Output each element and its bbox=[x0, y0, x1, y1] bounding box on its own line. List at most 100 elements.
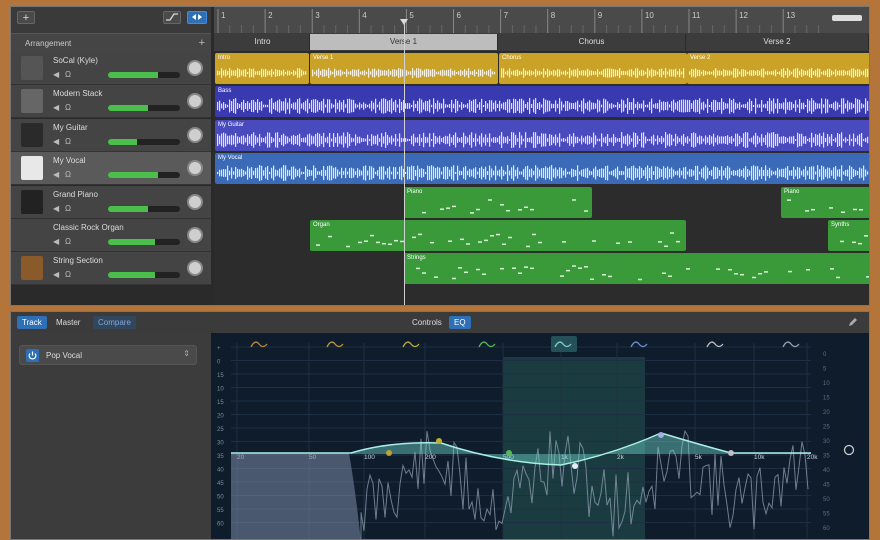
region[interactable]: Organ bbox=[310, 220, 686, 251]
track-header[interactable]: My Vocal ◀ Ω bbox=[11, 152, 211, 186]
region[interactable]: Chorus bbox=[499, 53, 687, 84]
volume-slider[interactable] bbox=[108, 239, 180, 245]
mute-icon[interactable]: ◀ bbox=[53, 237, 59, 246]
band-handle[interactable] bbox=[572, 463, 578, 469]
analyzer-db-label: 0 bbox=[823, 352, 827, 358]
db-label: 20 bbox=[217, 414, 224, 420]
channel-eq-display[interactable]: +0 15 10 15 20 25 30 35 40 45 50 55 60 0 5 10 15 20 25 30 35… bbox=[211, 333, 869, 540]
band-handle[interactable] bbox=[658, 432, 664, 438]
db-label: 55 bbox=[217, 508, 224, 514]
volume-fill bbox=[108, 138, 137, 145]
volume-slider[interactable] bbox=[108, 172, 180, 179]
pan-knob[interactable] bbox=[187, 126, 203, 143]
headphones-icon[interactable]: Ω bbox=[65, 237, 71, 246]
freq-label: 2k bbox=[617, 454, 625, 461]
lowshelf-icon[interactable] bbox=[326, 341, 344, 348]
band-handle[interactable] bbox=[506, 450, 512, 456]
analyzer-db-label: 5 bbox=[823, 367, 827, 373]
mute-icon[interactable]: ◀ bbox=[53, 170, 59, 179]
automation-icon[interactable] bbox=[163, 11, 181, 24]
track-header-toolbar: + Arrangement + bbox=[11, 7, 211, 52]
track-header[interactable]: Grand Piano ◀ Ω bbox=[11, 185, 211, 219]
bar-number: 9 bbox=[598, 11, 603, 20]
mute-icon[interactable]: ◀ bbox=[53, 137, 59, 146]
section-chorus[interactable]: Chorus bbox=[498, 34, 686, 50]
peak-icon[interactable] bbox=[630, 341, 648, 348]
track-header[interactable]: My Guitar ◀ Ω bbox=[11, 118, 211, 152]
volume-slider[interactable] bbox=[108, 138, 180, 145]
tab-eq[interactable]: EQ bbox=[449, 316, 471, 329]
db-label: 15 bbox=[217, 400, 224, 406]
volume-slider[interactable] bbox=[108, 272, 180, 279]
track-header[interactable]: SoCal (Kyle) ◀ Ω bbox=[11, 52, 211, 85]
tab-compare[interactable]: Compare bbox=[93, 316, 136, 329]
pan-knob[interactable] bbox=[187, 193, 203, 210]
headphones-icon[interactable]: Ω bbox=[65, 70, 71, 79]
bar-ruler[interactable]: 1 2 3 4 5 6 7 8 9 10 11 12 13 bbox=[214, 7, 869, 33]
band-handle[interactable] bbox=[436, 438, 442, 444]
headphones-icon[interactable]: Ω bbox=[65, 137, 71, 146]
tab-controls[interactable]: Controls bbox=[407, 316, 447, 329]
region[interactable]: My Guitar bbox=[215, 119, 869, 151]
region[interactable]: Synths bbox=[828, 220, 869, 251]
band-handle[interactable] bbox=[728, 450, 734, 456]
pan-knob[interactable] bbox=[187, 60, 203, 76]
section-intro[interactable]: Intro bbox=[216, 34, 310, 50]
headphones-icon[interactable]: Ω bbox=[65, 204, 71, 213]
track-header[interactable]: Modern Stack ◀ Ω bbox=[11, 85, 211, 119]
headphones-icon[interactable]: Ω bbox=[65, 270, 71, 279]
region[interactable]: Verse 2 bbox=[687, 53, 869, 84]
db-label: 60 bbox=[217, 522, 224, 528]
volume-slider[interactable] bbox=[108, 72, 180, 78]
eq-graph[interactable]: +0 15 10 15 20 25 30 35 40 45 50 55 60 0 5 10 15 20 25 30 35… bbox=[211, 333, 869, 540]
bar-number: 6 bbox=[457, 11, 462, 20]
pencil-icon[interactable] bbox=[847, 316, 859, 330]
output-gain-knob[interactable] bbox=[843, 444, 855, 456]
drums-icon bbox=[21, 56, 43, 80]
tab-master[interactable]: Master bbox=[51, 316, 85, 329]
headphones-icon[interactable]: Ω bbox=[65, 170, 71, 179]
region[interactable]: My Vocal bbox=[215, 153, 869, 185]
peak-icon[interactable] bbox=[402, 341, 420, 348]
band-handle[interactable] bbox=[386, 450, 392, 456]
strings-icon bbox=[21, 256, 43, 281]
selected-band-highlight bbox=[551, 336, 577, 352]
highshelf-icon[interactable] bbox=[706, 341, 724, 348]
freq-label: 5k bbox=[695, 454, 703, 461]
section-verse-2[interactable]: Verse 2 bbox=[686, 34, 869, 50]
lowcut-icon[interactable] bbox=[250, 341, 268, 348]
mute-icon[interactable]: ◀ bbox=[53, 204, 59, 213]
playhead[interactable] bbox=[404, 21, 405, 305]
region[interactable]: Piano bbox=[781, 186, 869, 218]
highcut-icon[interactable] bbox=[782, 341, 800, 348]
peak-icon[interactable] bbox=[478, 341, 496, 348]
add-track-button[interactable]: + bbox=[17, 11, 35, 24]
region[interactable]: Bass bbox=[215, 86, 869, 118]
volume-slider[interactable] bbox=[108, 105, 180, 112]
pan-knob[interactable] bbox=[187, 227, 203, 243]
power-icon[interactable] bbox=[26, 349, 39, 362]
add-arrangement-button[interactable]: + bbox=[199, 37, 205, 49]
zoom-slider[interactable] bbox=[832, 15, 862, 21]
track-header[interactable]: String Section ◀ Ω bbox=[11, 252, 211, 286]
track-name: My Vocal bbox=[53, 156, 86, 166]
eq-preset-dropdown[interactable]: Pop Vocal ⇕ bbox=[19, 345, 197, 365]
volume-slider[interactable] bbox=[108, 205, 180, 212]
region[interactable]: Strings bbox=[404, 253, 869, 285]
smart-controls-toggle-icon[interactable] bbox=[187, 11, 207, 24]
mute-icon[interactable]: ◀ bbox=[53, 270, 59, 279]
analyzer-db-label: 55 bbox=[823, 512, 830, 518]
mute-icon[interactable]: ◀ bbox=[53, 103, 59, 112]
mute-icon[interactable]: ◀ bbox=[53, 70, 59, 79]
track-header[interactable]: Classic Rock Organ ◀ Ω bbox=[11, 219, 211, 252]
volume-fill bbox=[108, 172, 159, 179]
region[interactable]: Intro bbox=[215, 53, 309, 84]
headphones-icon[interactable]: Ω bbox=[65, 103, 71, 112]
region[interactable]: Piano bbox=[404, 186, 592, 218]
track-lanes[interactable]: Intro Verse 1 Chorus Verse 2 Bass My Guitar My… bbox=[214, 52, 869, 305]
region-content bbox=[501, 68, 685, 78]
pan-knob[interactable] bbox=[187, 93, 203, 110]
tab-track[interactable]: Track bbox=[17, 316, 47, 329]
pan-knob[interactable] bbox=[187, 160, 203, 177]
pan-knob[interactable] bbox=[187, 260, 203, 277]
